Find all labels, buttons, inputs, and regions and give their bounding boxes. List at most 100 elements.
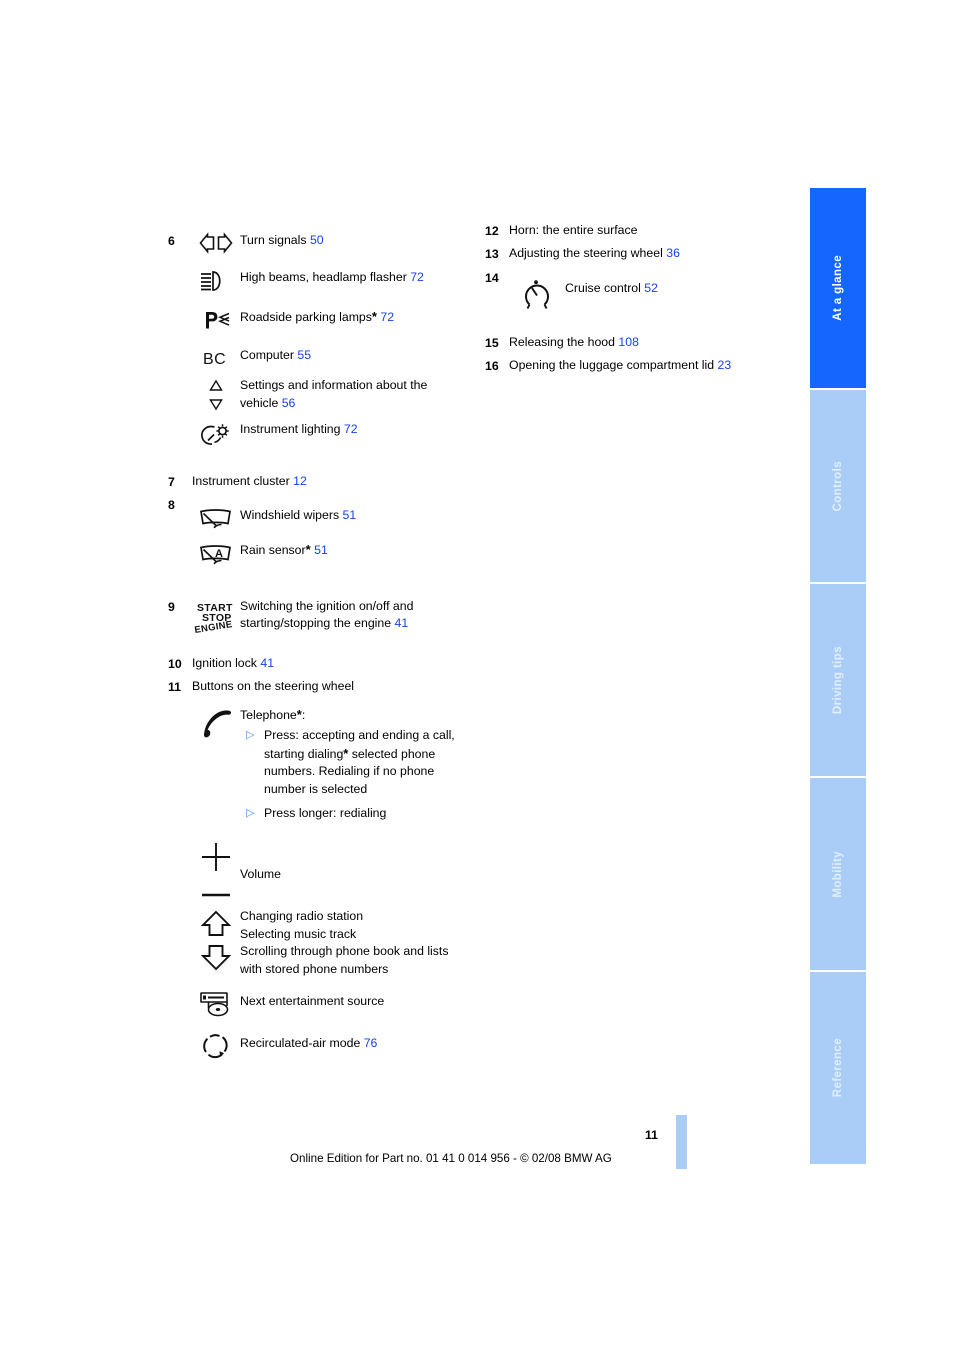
list-item: ▷ Press: accepting and ending a call, st…: [242, 727, 468, 798]
list-item: 12 Horn: the entire surface: [485, 222, 795, 240]
list-item: 7 Instrument cluster 12: [168, 473, 468, 491]
entry-label: Telephone: [240, 707, 297, 722]
list-item-text: Next entertainment source: [240, 989, 468, 1011]
page-ref[interactable]: 41: [395, 616, 409, 630]
entry-label: Opening the luggage compartment lid: [509, 358, 715, 373]
tab-driving-tips-label: Driving tips: [832, 645, 844, 715]
list-item: 14 Cruise control 52: [485, 269, 795, 310]
list-item: A Rain sensor* 51: [168, 541, 468, 568]
tab-driving-tips[interactable]: Driving tips: [810, 582, 866, 776]
list-item-text: Releasing the hood 108: [509, 334, 795, 352]
label-suffix: :: [301, 707, 306, 722]
page-number: 11: [645, 1128, 658, 1142]
page-ref[interactable]: 12: [293, 474, 307, 488]
list-item-text: Recirculated-air mode 76: [240, 1031, 468, 1053]
page-ref[interactable]: 51: [343, 508, 357, 522]
item-number-6: 6: [168, 234, 175, 248]
tab-mobility[interactable]: Mobility: [810, 776, 866, 970]
triangle-bullet-icon: ▷: [246, 729, 255, 742]
page-ref[interactable]: 72: [380, 310, 394, 324]
page-ref[interactable]: 55: [297, 348, 311, 362]
list-item: Instrument lighting 72: [168, 421, 468, 448]
list-item: Changing radio station Selecting music t…: [168, 906, 468, 978]
page-number-marker-bar: [676, 1115, 687, 1169]
volume-plus-minus-icon: [192, 839, 240, 902]
list-item-text: Roadside parking lamps* 72: [240, 308, 468, 327]
list-item-text: Opening the luggage compartment lid 23: [509, 357, 795, 375]
page-ref[interactable]: 52: [644, 281, 658, 295]
tab-at-a-glance-label: At a glance: [832, 255, 844, 321]
list-item: 6 Turn signals 50: [168, 232, 468, 254]
entry-label: Windshield wipers: [240, 507, 340, 522]
rain-sensor-icon: A: [192, 541, 240, 568]
telephone-bullet-list: ▷ Press: accepting and ending a call, st…: [242, 727, 468, 823]
bullet-text: Press longer: redialing: [264, 806, 387, 821]
tab-reference-label: Reference: [832, 1038, 844, 1098]
entry-label: Ignition lock: [192, 655, 257, 670]
optional-marker: *: [371, 309, 377, 324]
item-number-13: 13: [485, 247, 499, 262]
page-ref[interactable]: 51: [314, 543, 328, 557]
up-down-arrows-icon: [192, 906, 240, 974]
page-ref[interactable]: 76: [364, 1036, 378, 1050]
entry-label: Releasing the hood: [509, 334, 615, 349]
list-item: 16 Opening the luggage compartment lid 2…: [485, 357, 795, 375]
tab-at-a-glance[interactable]: At a glance: [810, 188, 866, 388]
svg-text:A: A: [215, 548, 223, 560]
manual-page: At a glance Controls Driving tips Mobili…: [0, 0, 954, 1350]
list-item: ▷ Press longer: redialing: [242, 805, 468, 823]
entry-label: Horn: the entire surface: [509, 223, 638, 237]
page-ref[interactable]: 72: [344, 422, 358, 436]
entry-label: Switching the ignition on/off and starti…: [240, 598, 414, 631]
bullet-text: Press: accepting and ending a call, star…: [264, 728, 455, 796]
entry-label: Volume: [240, 866, 282, 881]
page-ref[interactable]: 23: [718, 358, 732, 372]
page-ref[interactable]: 108: [618, 335, 639, 349]
telephone-handset-icon: [192, 706, 240, 743]
list-item-text: Turn signals 50: [240, 232, 468, 250]
left-content-column: 6 Turn signals 50 High beams, headlamp f…: [168, 232, 468, 1060]
list-item: Telephone*: ▷ Press: accepting and endin…: [168, 706, 468, 823]
list-item-text: Buttons on the steering wheel: [192, 678, 468, 696]
optional-marker: *: [305, 541, 311, 557]
entry-line: Scrolling through phone book and lists w…: [240, 944, 449, 976]
item-number-9: 9: [168, 599, 175, 614]
list-item: 8 Windshield wipers 51: [168, 496, 468, 532]
entry-label: Recirculated-air mode: [240, 1036, 361, 1051]
tab-reference[interactable]: Reference: [810, 970, 866, 1164]
list-item-text: Changing radio station Selecting music t…: [240, 906, 468, 978]
list-item: High beams, headlamp flasher 72: [168, 269, 468, 292]
page-ref[interactable]: 41: [260, 656, 274, 670]
section-tab-rail: At a glance Controls Driving tips Mobili…: [810, 188, 866, 1172]
svg-text:BC: BC: [203, 351, 226, 368]
triangle-bullet-icon: ▷: [246, 807, 255, 820]
entry-line: Changing radio station: [240, 908, 364, 923]
list-item-text: Instrument lighting 72: [240, 421, 468, 439]
page-ref[interactable]: 50: [310, 233, 324, 247]
list-item-text: Adjusting the steering wheel 36: [509, 245, 795, 263]
page-ref[interactable]: 36: [666, 246, 680, 260]
tab-controls[interactable]: Controls: [810, 388, 866, 582]
entry-line: Selecting music track: [240, 926, 357, 941]
up-down-triangles-icon: [192, 377, 240, 412]
list-item: BC Computer 55: [168, 347, 468, 368]
cruise-control-icon: [509, 269, 565, 310]
item-number-12: 12: [485, 224, 499, 238]
telephone-label-line: Telephone*:: [240, 706, 468, 725]
entry-label: Cruise control: [565, 280, 641, 295]
entertainment-source-icon: [192, 989, 240, 1018]
entry-label: Turn signals: [240, 233, 307, 247]
entry-label: Buttons on the steering wheel: [192, 679, 355, 694]
page-ref[interactable]: 72: [410, 270, 424, 284]
item-number-11: 11: [168, 680, 181, 695]
list-item: 10 Ignition lock 41: [168, 655, 468, 673]
roadside-parking-lamps-icon: [192, 308, 240, 331]
list-item-text: Windshield wipers 51: [240, 496, 468, 525]
right-content-column: 12 Horn: the entire surface 13 Adjusting…: [485, 222, 795, 376]
item-number-16: 16: [485, 359, 499, 374]
entry-label: High beams, headlamp flasher: [240, 270, 407, 284]
item-number-14: 14: [485, 270, 499, 285]
entry-label: Roadside parking lamps: [240, 310, 372, 324]
page-ref[interactable]: 56: [282, 396, 296, 410]
list-item-text: Switching the ignition on/off and starti…: [240, 598, 468, 633]
